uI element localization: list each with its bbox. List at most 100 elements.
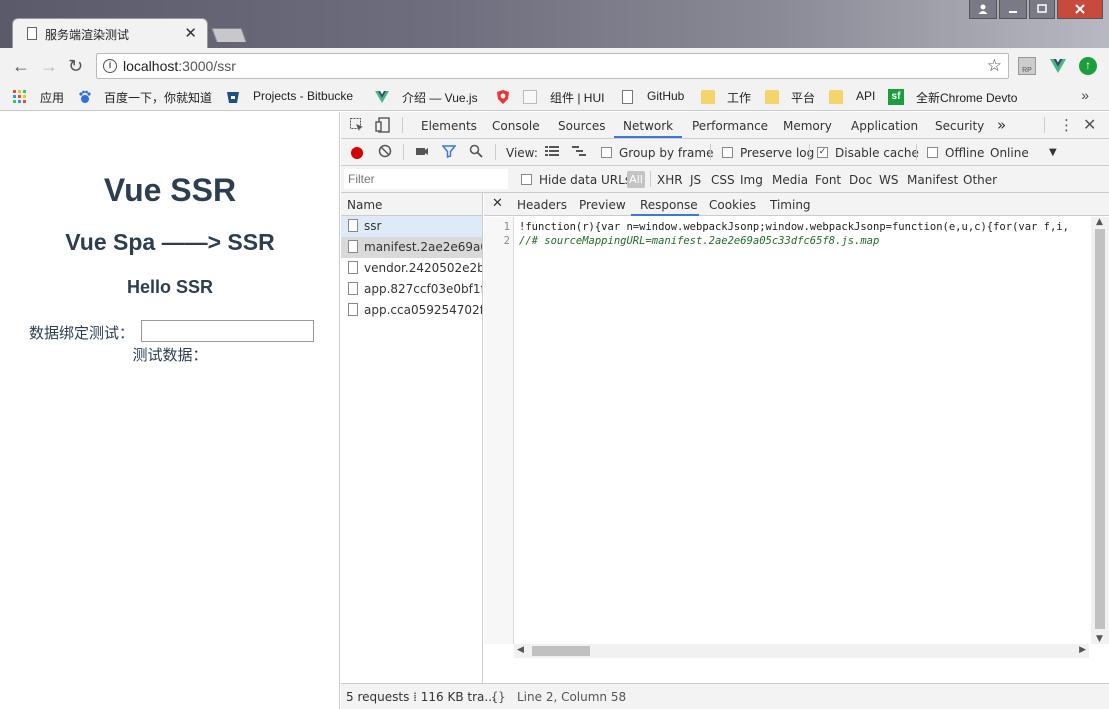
request-row[interactable]: manifest.2ae2e69a0... xyxy=(341,237,482,258)
folder-icon xyxy=(765,90,779,104)
tab-memory[interactable]: Memory xyxy=(783,119,832,133)
bookmark-apps[interactable]: 应用 xyxy=(40,89,64,106)
preserve-log-checkbox[interactable] xyxy=(722,147,733,158)
apps-grid-icon xyxy=(13,90,27,104)
vertical-scrollbar[interactable]: ▲ ▼ xyxy=(1091,217,1109,644)
bookmark-folder-work[interactable]: 工作 xyxy=(727,89,751,106)
filter-type-js[interactable]: JS xyxy=(690,173,701,187)
filter-funnel-icon[interactable] xyxy=(441,144,457,162)
request-row[interactable]: vendor.2420502e2b... xyxy=(341,258,482,279)
tab-console[interactable]: Console xyxy=(492,119,540,133)
throttling-select[interactable]: Online xyxy=(990,146,1029,160)
group-by-frame-checkbox[interactable] xyxy=(601,147,612,158)
scroll-right-arrow-icon[interactable]: ▶ xyxy=(1079,645,1086,655)
scroll-left-arrow-icon[interactable]: ◀ xyxy=(517,645,524,655)
filter-type-xhr[interactable]: XHR xyxy=(657,173,683,187)
pretty-print-button[interactable]: {} xyxy=(491,690,505,704)
minimize-button[interactable] xyxy=(999,0,1027,19)
request-row[interactable]: ssr xyxy=(341,216,482,237)
forward-button[interactable]: → xyxy=(40,56,58,76)
close-details-icon[interactable]: ✕ xyxy=(492,196,503,211)
bookmark-bitbucket[interactable]: Projects - Bitbucke xyxy=(253,89,353,103)
response-code-viewer[interactable]: 1 2 !function(r){var n=window.webpackJso… xyxy=(484,217,1089,644)
tab-elements[interactable]: Elements xyxy=(421,119,477,133)
tab-preview[interactable]: Preview xyxy=(579,198,626,212)
scroll-down-arrow-icon[interactable]: ▼ xyxy=(1096,634,1103,644)
reload-button[interactable]: ↻ xyxy=(68,56,83,76)
tab-sources[interactable]: Sources xyxy=(558,119,605,133)
page-content: Vue SSR Vue Spa ——> SSR Hello SSR 数据绑定测试… xyxy=(0,112,340,709)
bookmarks-more-button[interactable]: » xyxy=(1081,87,1089,103)
vertical-scroll-thumb[interactable] xyxy=(1095,229,1105,629)
large-rows-icon[interactable] xyxy=(545,145,559,161)
waterfall-overview-icon[interactable] xyxy=(572,145,586,161)
bookmark-folder-platform[interactable]: 平台 xyxy=(791,89,815,106)
clear-icon[interactable] xyxy=(378,144,392,162)
close-window-button[interactable] xyxy=(1057,0,1103,19)
tab-performance[interactable]: Performance xyxy=(692,119,768,133)
scroll-up-arrow-icon[interactable]: ▲ xyxy=(1096,217,1103,227)
site-info-icon[interactable]: i xyxy=(103,59,117,73)
tab-response[interactable]: Response xyxy=(640,198,698,212)
baidu-paw-icon xyxy=(78,90,92,104)
tab-network[interactable]: Network xyxy=(623,119,673,133)
bookmark-github[interactable]: GitHub xyxy=(647,89,684,103)
tab-close-icon[interactable]: ✕ xyxy=(184,24,197,42)
user-profile-icon[interactable] xyxy=(969,0,997,19)
back-button[interactable]: ← xyxy=(12,56,30,76)
device-toolbar-icon[interactable] xyxy=(375,117,391,137)
tab-security[interactable]: Security xyxy=(935,119,984,133)
filter-type-manifest[interactable]: Manifest xyxy=(907,173,958,187)
bookmark-folder-api[interactable]: API xyxy=(856,89,875,103)
record-button[interactable] xyxy=(351,147,363,159)
filter-type-css[interactable]: CSS xyxy=(711,173,735,187)
vue-devtools-extension-icon[interactable] xyxy=(1049,57,1067,75)
more-tabs-button[interactable]: » xyxy=(997,116,1006,134)
disable-cache-checkbox[interactable]: ✓ xyxy=(817,147,828,158)
cursor-position: Line 2, Column 58 xyxy=(517,690,627,704)
rp-extension-icon[interactable]: RP xyxy=(1018,57,1036,75)
capture-screenshots-icon[interactable] xyxy=(415,144,429,162)
offline-checkbox[interactable] xyxy=(927,147,938,158)
update-arrow-icon[interactable]: ↑ xyxy=(1079,57,1097,75)
filter-type-doc[interactable]: Doc xyxy=(849,173,872,187)
tab-timing[interactable]: Timing xyxy=(770,198,811,212)
inspect-element-icon[interactable] xyxy=(350,118,364,136)
filter-type-other[interactable]: Other xyxy=(963,173,997,187)
devtools-menu-icon[interactable]: ⋮ xyxy=(1059,116,1074,134)
address-bar[interactable]: i localhost:3000/ssr ☆ xyxy=(96,53,1009,79)
request-row[interactable]: app.827ccf03e0bf1f... xyxy=(341,279,482,300)
chevron-down-icon[interactable]: ▼ xyxy=(1049,147,1057,158)
request-row[interactable]: app.cca059254702f... xyxy=(341,300,482,321)
close-devtools-icon[interactable]: ✕ xyxy=(1083,115,1096,134)
name-column-header[interactable]: Name xyxy=(341,193,482,216)
hide-data-urls-checkbox[interactable] xyxy=(521,174,532,185)
search-icon[interactable] xyxy=(469,144,483,162)
url-text[interactable]: localhost:3000/ssr xyxy=(123,58,236,74)
horizontal-scrollbar[interactable]: ◀ ▶ xyxy=(514,644,1089,658)
filter-type-all[interactable]: All xyxy=(627,171,645,188)
tab-title: 服务端渲染测试 xyxy=(45,28,130,42)
filter-type-font[interactable]: Font xyxy=(815,173,841,187)
horizontal-scroll-thumb[interactable] xyxy=(532,646,590,656)
bookmark-vuejs[interactable]: 介绍 — Vue.js xyxy=(402,89,478,106)
tab-headers[interactable]: Headers xyxy=(517,198,567,212)
bookmark-hui[interactable]: 组件 | HUI xyxy=(550,89,604,106)
active-response-tab-indicator xyxy=(631,214,699,216)
page-favicon-icon xyxy=(27,27,37,40)
bookmark-baidu[interactable]: 百度一下，你就知道 xyxy=(104,89,212,106)
filter-type-media[interactable]: Media xyxy=(772,173,808,187)
browser-tab[interactable]: 服务端渲染测试 ✕ xyxy=(12,18,208,48)
filter-type-ws[interactable]: WS xyxy=(879,173,898,187)
request-name: ssr xyxy=(364,219,382,233)
filter-input[interactable] xyxy=(344,169,508,189)
hui-shield-icon xyxy=(496,90,510,104)
tab-application[interactable]: Application xyxy=(851,119,918,133)
filter-type-img[interactable]: Img xyxy=(740,173,763,187)
binding-test-input[interactable] xyxy=(141,320,314,342)
new-tab-button[interactable] xyxy=(211,28,247,42)
tab-cookies[interactable]: Cookies xyxy=(709,198,756,212)
maximize-button[interactable] xyxy=(1029,0,1055,19)
bookmark-star-icon[interactable]: ☆ xyxy=(987,56,1002,76)
bookmark-chrome-devtools[interactable]: 全新Chrome Devto xyxy=(916,89,1026,106)
